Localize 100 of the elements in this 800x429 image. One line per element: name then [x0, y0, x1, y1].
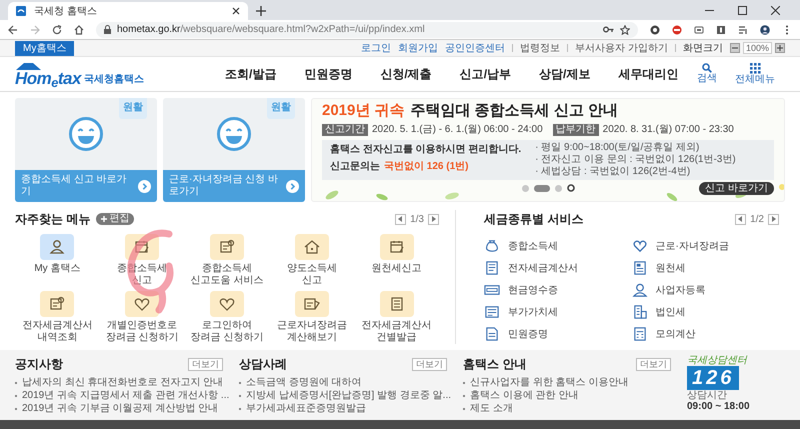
tax-service-link[interactable]: 현금영수증: [484, 282, 632, 298]
smiley-icon: [68, 116, 104, 152]
tax-service-link[interactable]: 민원증명: [484, 326, 632, 342]
star-icon[interactable]: [620, 24, 630, 34]
home-icon[interactable]: [74, 24, 84, 34]
notice-link[interactable]: 소득금액 증명원에 대하여: [246, 376, 362, 389]
footer-section-title: 상담사례: [239, 356, 287, 373]
menu-shortcut[interactable]: 종합소득세 신고도움 서비스: [184, 234, 270, 287]
nav-menu-item[interactable]: 조회/발급: [225, 65, 276, 83]
menu-shortcut[interactable]: 전자세금계산서 건별발급: [354, 291, 439, 344]
profile-avatar-icon[interactable]: [760, 24, 770, 34]
zoom-level: 100%: [742, 42, 772, 54]
next-page-button[interactable]: [768, 214, 779, 224]
notice-link[interactable]: 부가세과세표준증명원발급: [246, 402, 366, 415]
edit-button[interactable]: 편집: [96, 213, 134, 225]
menu-shortcut[interactable]: 종합소득세 신고: [100, 234, 185, 287]
playlist-icon[interactable]: [738, 24, 748, 34]
my-hometax-tab[interactable]: My홈택스: [15, 41, 74, 56]
header-link[interactable]: 회원가입: [398, 40, 438, 56]
card-label: 종합소득세 신고 바로가기: [21, 174, 128, 198]
search-button[interactable]: 검색: [697, 63, 717, 85]
tax-service-link[interactable]: 종합소득세: [484, 238, 632, 254]
close-tab-icon[interactable]: [232, 7, 240, 15]
zoom-out-button[interactable]: [730, 43, 740, 53]
next-page-button[interactable]: [428, 214, 439, 224]
more-button[interactable]: 더보기: [636, 358, 671, 370]
menu-shortcut[interactable]: 개별인증번호로 장려금 신청하기: [100, 291, 185, 344]
nav-menu-item[interactable]: 세무대리인: [618, 65, 678, 83]
address-bar[interactable]: hometax.go.kr/websquare/websquare.html?w2xPath=/ui/pp/index.xml: [96, 22, 638, 38]
tax-service-link[interactable]: 모의계산: [632, 326, 779, 342]
pause-toggle-icon[interactable]: [566, 184, 574, 192]
notice-link[interactable]: 납세자의 최신 휴대전화번호로 전자고지 안내: [22, 376, 224, 389]
report-shortcut-button[interactable]: 신고 바로가기: [699, 182, 774, 194]
favicon-icon: [16, 6, 26, 16]
section-title: 자주찾는 메뉴: [15, 211, 90, 228]
header-link[interactable]: 공인인증센터: [445, 40, 506, 56]
menu-shortcut[interactable]: 로그인하여 장려금 신청하기: [184, 291, 270, 344]
tax-service-link[interactable]: 사업자등록: [632, 282, 779, 298]
header-link[interactable]: 부서사용자 가입하기: [575, 40, 668, 56]
menu-shortcut[interactable]: My 홈택스: [15, 234, 100, 287]
promo-banner[interactable]: [311, 98, 785, 202]
page-indicator: 1/2: [750, 212, 764, 226]
person-icon: [632, 282, 648, 298]
banner-title: 주택임대 종합소득세 신고 안내: [410, 102, 618, 120]
close-icon[interactable]: [771, 6, 780, 14]
header-link[interactable]: 로그인: [361, 40, 392, 56]
previous-page-button[interactable]: [395, 214, 406, 224]
extension-icon[interactable]: [716, 24, 726, 34]
all-menu-button[interactable]: 전체메뉴: [735, 62, 775, 86]
nav-menu-item[interactable]: 상담/제보: [539, 65, 590, 83]
banner-title-highlight: 2019년 귀속: [322, 102, 405, 120]
status-badge: 원활: [119, 98, 147, 119]
footer-section-title: 홈택스 안내: [463, 356, 526, 373]
nav-menu-item[interactable]: 신고/납부: [460, 65, 512, 83]
page-indicator: 1/3: [410, 212, 424, 226]
header-link[interactable]: 법령정보: [520, 40, 560, 56]
notice-link[interactable]: 2019년 귀속 지급명세서 제출 관련 개선사항 ...: [22, 389, 230, 402]
maximize-icon[interactable]: [738, 6, 747, 14]
caret-right-icon: [771, 216, 776, 222]
extension-icon[interactable]: [650, 24, 660, 34]
nav-menu-item[interactable]: 민원증명: [304, 65, 352, 83]
menu-shortcut[interactable]: 전자세금계산서 내역조회: [15, 291, 100, 344]
building-icon: [632, 304, 648, 320]
key-icon[interactable]: [603, 26, 614, 33]
menu-shortcut[interactable]: 양도소득세 신고: [269, 234, 354, 287]
tax-service-link[interactable]: 부가가치세: [484, 304, 632, 320]
slide-indicator[interactable]: [534, 184, 550, 192]
tax-service-link[interactable]: 원천세: [632, 260, 779, 276]
notice-link[interactable]: 2019년 귀속 기부금 이월공제 계산방법 안내: [22, 402, 218, 415]
money-bag-icon: [484, 238, 500, 254]
footer-section-title: 공지사항: [15, 356, 63, 373]
info-note: · 평일 9:00~18:00(토/일/공휴일 제외): [535, 142, 700, 154]
previous-page-button[interactable]: [735, 214, 746, 224]
receipt-icon: [484, 282, 500, 298]
info-text: 홈택스 전자신고를 이용하시면 편리합니다.: [330, 143, 522, 157]
reload-icon[interactable]: [52, 24, 62, 34]
minus-icon: [732, 45, 738, 51]
zoom-in-button[interactable]: [775, 43, 785, 53]
tax-service-link[interactable]: 근로·자녀장려금: [632, 238, 779, 254]
extension-icon[interactable]: [672, 24, 682, 34]
extension-icon[interactable]: [694, 24, 704, 34]
browser-tab[interactable]: 국세청 홈택스: [8, 2, 248, 20]
menu-shortcut[interactable]: 근로자녀장려금 계산해보기: [269, 291, 354, 344]
person-icon: [48, 238, 66, 256]
calculator-icon: [632, 326, 648, 342]
more-button[interactable]: 더보기: [188, 358, 223, 370]
menu-shortcut[interactable]: 원천세신고: [354, 234, 439, 287]
notice-link[interactable]: 지방세 납세증명서[완납증명] 발행 경로중 알...: [246, 389, 452, 402]
new-tab-icon[interactable]: [256, 6, 266, 16]
house-icon: [302, 238, 321, 256]
more-button[interactable]: 더보기: [412, 358, 447, 370]
nav-menu-item[interactable]: 신청/제출: [380, 65, 432, 83]
notice-link[interactable]: 제도 소개: [470, 402, 513, 415]
notice-link[interactable]: 홈택스 이용에 관한 안내: [470, 389, 578, 402]
lock-icon: [104, 25, 111, 34]
notice-link[interactable]: 신규사업자를 위한 홈택스 이용안내: [470, 376, 628, 389]
tax-service-link[interactable]: 전자세금계산서: [484, 260, 632, 276]
tax-service-link[interactable]: 법인세: [632, 304, 779, 320]
back-icon[interactable]: [8, 24, 18, 34]
call-center-caption: 국세상담센터: [687, 355, 747, 366]
